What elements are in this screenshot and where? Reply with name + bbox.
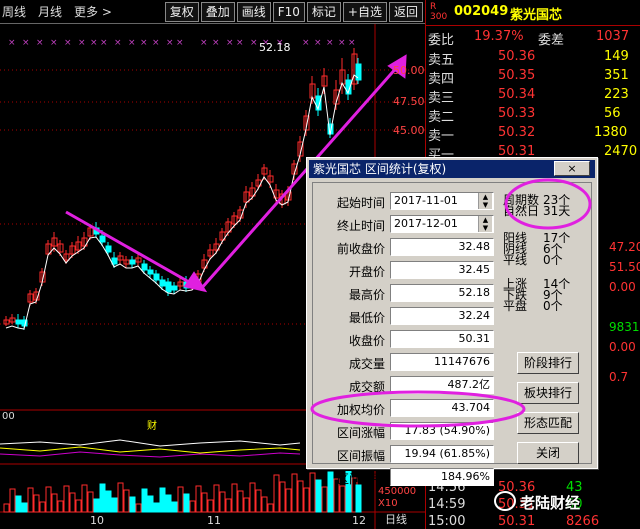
wechat-icon [494,491,516,511]
watermark: 老陆财经 [520,494,581,512]
trading-app: 周线 月线 更多 > 复权 叠加 画线 F10 标记 +自选 返回 × × × … [0,0,640,529]
annotation-overlay [310,178,592,428]
